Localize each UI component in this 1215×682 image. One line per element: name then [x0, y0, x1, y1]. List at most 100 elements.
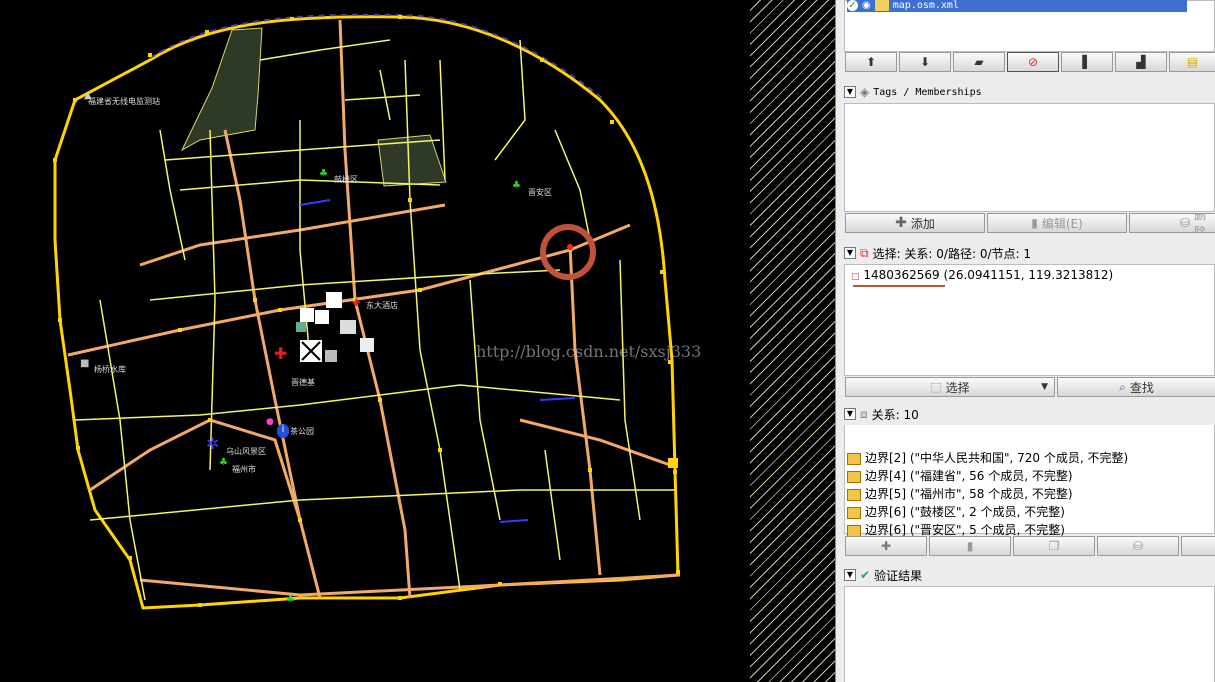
relation-item[interactable]: 边界[5] ("福州市", 58 个成员, 不完整) [847, 485, 1073, 502]
collapse-icon[interactable]: ▼ [844, 569, 856, 581]
node-coords: (26.0941151, 119.3213812) [943, 268, 1114, 282]
add-relation-icon: ✚ [880, 539, 892, 553]
add-tag-button[interactable]: ✚ 添加 [845, 213, 985, 233]
node-id: 1480362569 [863, 268, 940, 282]
relation-item-label: 边界[4] ("福建省", 56 个成员, 不完整) [865, 469, 1073, 483]
checkmark-icon: ✔ [860, 568, 871, 582]
selected-node[interactable] [567, 244, 573, 250]
station-icon: ▲ [84, 90, 92, 101]
layer-info-button[interactable]: ▤ [1169, 52, 1215, 72]
side-panel: ✓ ◉ map.osm.xml ⬆ ⬇ ▰ ⊘ ▌ ▟ ▤ ▼ ◈ Tags /… [835, 0, 1215, 682]
select-label: 选择 [945, 380, 970, 395]
trash-icon: ⛁ [1180, 216, 1191, 230]
visible-check-icon[interactable]: ✓ [847, 0, 858, 11]
edit-icon: ▮ [1031, 216, 1038, 230]
tags-panel-title: Tags / Memberships [873, 86, 982, 98]
delete-tag-button[interactable]: ⛁ 删除 [1129, 213, 1215, 233]
duplicate-icon: ❐ [1048, 539, 1060, 553]
more-relation-button[interactable] [1181, 536, 1215, 556]
arrow-down-icon: ⬇ [919, 55, 931, 69]
selection-list-item[interactable]: □ 1480362569 (26.0941151, 119.3213812) [851, 268, 1113, 282]
map-label: 福州市 [232, 465, 256, 474]
collapse-icon[interactable]: ▼ [844, 247, 856, 259]
relation-item-label: 边界[2] ("中华人民共和国", 720 个成员, 不完整) [865, 451, 1129, 465]
boundary-icon [847, 452, 861, 465]
relation-item[interactable]: 边界[6] ("鼓楼区", 2 个成员, 不完整) [847, 503, 1065, 520]
cursor-icon: ⬚ [930, 380, 942, 394]
find-button[interactable]: ⌕ 查找 [1057, 377, 1215, 397]
selection-icon: ⧉ [860, 245, 869, 260]
edit-icon: ▮ [966, 539, 974, 553]
dropdown-arrow-icon: ▼ [1041, 382, 1048, 392]
underline-annotation [853, 285, 945, 287]
selection-panel-title: 选择: 关系: 0/路径: 0/节点: 1 [872, 246, 1031, 261]
pin-icon: ● [266, 417, 274, 427]
validation-panel-header[interactable]: ▼ ✔ 验证结果 [844, 565, 1215, 585]
validation-list[interactable] [844, 586, 1215, 682]
boundary-icon [847, 488, 861, 501]
opacity-icon: ▌ [1082, 55, 1092, 69]
activate-layer-button[interactable]: ▟ [1115, 52, 1167, 72]
search-icon: ⌕ [1119, 379, 1126, 394]
map-label: 杨桥水库 [94, 365, 126, 374]
map-label: 晋德基 [291, 378, 315, 387]
selection-list[interactable]: □ 1480362569 (26.0941151, 119.3213812) [844, 264, 1215, 376]
relation-item-label: 边界[5] ("福州市", 58 个成员, 不完整) [865, 487, 1073, 501]
blue-segments [299, 199, 576, 523]
boundary-icon [847, 524, 861, 537]
map-label: 茶公园 [290, 427, 314, 436]
merge-icon: ▰ [974, 55, 984, 69]
boundary-icon [847, 470, 861, 483]
layer-row[interactable]: ✓ ◉ map.osm.xml [847, 0, 1187, 12]
opacity-button[interactable]: ▌ [1061, 52, 1113, 72]
map-label: 晋安区 [528, 188, 552, 197]
arrow-up-icon: ⬆ [865, 55, 877, 69]
relation-item[interactable]: 边界[2] ("中华人民共和国", 720 个成员, 不完整) [847, 449, 1128, 466]
park-icon: ♣ [219, 457, 228, 468]
edit-tag-label: 编辑(E) [1041, 216, 1083, 231]
node-icon: □ [851, 272, 860, 282]
map-label: 鼓楼区 [334, 175, 358, 184]
validation-panel-title: 验证结果 [874, 568, 923, 583]
layers-list[interactable]: ✓ ◉ map.osm.xml [844, 0, 1215, 52]
relations-panel-header[interactable]: ▼ ⧈ 关系: 10 [844, 404, 1215, 424]
relation-item[interactable]: 边界[4] ("福建省", 56 个成员, 不完整) [847, 467, 1073, 484]
move-down-button[interactable]: ⬇ [899, 52, 951, 72]
collapse-icon[interactable]: ▼ [844, 408, 856, 420]
add-tag-label: 添加 [910, 216, 935, 231]
delete-relation-button[interactable]: ⛁ [1097, 536, 1179, 556]
move-up-button[interactable]: ⬆ [845, 52, 897, 72]
select-button[interactable]: ⬚ 选择 ▼ [845, 377, 1055, 397]
tags-panel-header[interactable]: ▼ ◈ Tags / Memberships [844, 82, 1215, 102]
selection-panel-header[interactable]: ▼ ⧉ 选择: 关系: 0/路径: 0/节点: 1 [844, 243, 1215, 263]
hospital-icon: ✚ [274, 344, 288, 363]
watermark: http://blog.csdn.net/sxsj333 [476, 342, 702, 361]
tags-table[interactable] [844, 103, 1215, 212]
minor-roads [74, 39, 675, 601]
map-label: 福建省无线电监测站 [88, 97, 160, 106]
duplicate-relation-button[interactable]: ❐ [1013, 536, 1095, 556]
park-area [180, 27, 263, 152]
map-canvas[interactable]: 福建省无线电监测站 鼓楼区 晋安区 杨桥水库 乌山风景区 福州市 东大酒店 晋德… [0, 0, 835, 682]
visibility-icon: ⊘ [1027, 55, 1039, 69]
park-icon: ♣ [512, 180, 521, 191]
activate-icon: ▟ [1136, 55, 1146, 69]
tag-icon: ◈ [860, 85, 870, 99]
trash-icon: ⛁ [1132, 539, 1144, 553]
park-icon: ♣ [319, 168, 328, 179]
collapse-icon[interactable]: ▼ [844, 86, 856, 98]
edit-tag-button[interactable]: ▮ 编辑(E) [987, 213, 1127, 233]
eye-icon[interactable]: ◉ [862, 0, 871, 11]
relation-item-label: 边界[6] ("晋安区", 5 个成员, 不完整) [865, 523, 1065, 537]
map-label: 东大酒店 [366, 301, 398, 310]
relation-item-label: 边界[6] ("鼓楼区", 2 个成员, 不完整) [865, 505, 1065, 519]
hotel-icon: ✚ [352, 298, 361, 309]
add-relation-button[interactable]: ✚ [845, 536, 927, 556]
edit-relation-button[interactable]: ▮ [929, 536, 1011, 556]
merge-layer-button[interactable]: ▰ [953, 52, 1005, 72]
toggle-visibility-button[interactable]: ⊘ [1007, 52, 1059, 72]
attraction-icon: ✲ [206, 434, 220, 453]
note-icon: ▤ [1186, 55, 1199, 69]
relations-panel-title: 关系: 10 [871, 407, 919, 422]
relations-list[interactable]: 边界[2] ("中华人民共和国", 720 个成员, 不完整) 边界[4] ("… [844, 425, 1215, 537]
